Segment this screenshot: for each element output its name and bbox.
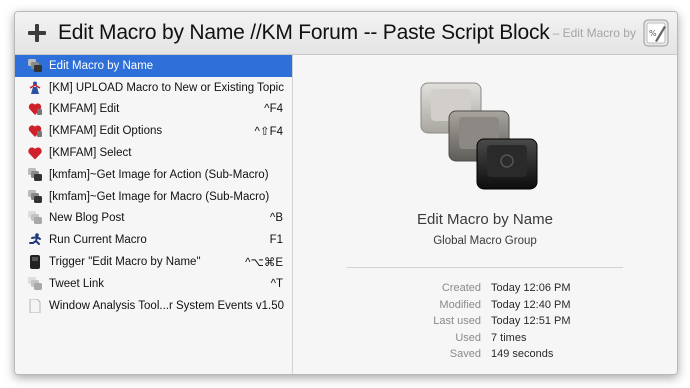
document-icon [27,298,43,314]
macro-list: Edit Macro by Name [KM] UPLOAD Macro to … [15,55,292,374]
macro-item-kmfam-select[interactable]: [KMFAM] Select [15,142,292,164]
heart-edit-icon [27,123,43,139]
macro-item-window-analysis-tool[interactable]: Window Analysis Tool...r System Events v… [15,295,292,317]
meta-key: Used [455,331,481,344]
km-keys-icon [27,167,43,183]
macro-item-kmfam-edit[interactable]: [KMFAM] Edit ^F4 [15,99,292,121]
macro-item-shortcut: ^⌥⌘E [245,257,283,270]
macro-item-new-blog-post[interactable]: New Blog Post ^B [15,208,292,230]
meta-created: Created Today 12:06 PM [293,282,677,299]
running-man-icon [27,232,43,248]
meta-key: Modified [439,298,481,311]
meta-value: Today 12:40 PM [491,298,571,311]
macro-item-edit-macro-by-name[interactable]: Edit Macro by Name [15,55,292,77]
macro-item-label: Edit Macro by Name [49,59,154,72]
macro-item-kmfam-edit-options[interactable]: [KMFAM] Edit Options ^⇧F4 [15,120,292,142]
macro-item-get-image-macro[interactable]: [kmfam]~Get Image for Macro (Sub-Macro) [15,186,292,208]
meta-value: Today 12:06 PM [491,282,571,294]
macro-item-label: [KMFAM] Edit [49,103,120,116]
macro-item-label: Run Current Macro [49,234,147,247]
detail-divider [347,267,623,268]
script-editor-icon[interactable]: % [643,19,669,47]
km-keys-large-icon [420,82,538,190]
macro-palette-window: Edit Macro by Name //KM Forum -- Paste S… [14,11,678,375]
km-keys-light-icon [27,210,43,226]
trigger-device-icon [27,254,43,270]
macro-group: Global Macro Group [433,235,537,247]
macro-item-label: [kmfam]~Get Image for Macro (Sub-Macro) [49,190,270,203]
macro-item-label: Window Analysis Tool...r System Events v… [49,299,284,312]
meta-used: Used 7 times [293,332,677,349]
heart-edit-icon [27,101,43,117]
km-keys-icon [27,189,43,205]
macro-metadata: Created Today 12:06 PM Modified Today 12… [293,282,677,365]
macro-detail-pane: Edit Macro by Name Global Macro Group Cr… [293,55,677,374]
macro-item-label: [kmfam]~Get Image for Action (Sub-Macro) [49,168,269,181]
macro-item-run-current-macro[interactable]: Run Current Macro F1 [15,229,292,251]
macro-item-label: [KM] UPLOAD Macro to New or Existing Top… [49,81,284,94]
window-title: Edit Macro by Name //KM Forum -- Paste S… [58,21,550,44]
meta-modified: Modified Today 12:40 PM [293,299,677,316]
macro-item-shortcut: ^B [269,212,283,225]
macro-item-shortcut: ^T [270,277,283,290]
macro-item-label: [KMFAM] Select [49,147,132,160]
meta-value: 149 seconds [491,348,554,360]
km-keys-light-icon [27,276,43,292]
window-subtitle: – Edit Macro by [552,26,636,40]
meta-key: Created [441,282,481,294]
macro-item-shortcut: ^F4 [264,103,283,116]
macro-item-get-image-action[interactable]: [kmfam]~Get Image for Action (Sub-Macro) [15,164,292,186]
macro-item-shortcut: ^⇧F4 [254,126,283,139]
heart-icon [27,145,43,161]
title-bar: Edit Macro by Name //KM Forum -- Paste S… [15,12,677,55]
meta-key: Last used [433,315,481,327]
meta-value: Today 12:51 PM [491,315,571,327]
svg-text:%: % [649,29,657,38]
meta-saved: Saved 149 seconds [293,348,677,365]
macro-item-label: Tweet Link [49,277,104,290]
meta-last-used: Last used Today 12:51 PM [293,315,677,332]
meta-key: Saved [449,348,481,360]
macro-item-tweet-link[interactable]: Tweet Link ^T [15,273,292,295]
macro-name: Edit Macro by Name [417,211,553,228]
macro-item-trigger-edit-macro[interactable]: Trigger "Edit Macro by Name" ^⌥⌘E [15,251,292,273]
plus-icon[interactable] [27,23,47,43]
macro-item-shortcut: F1 [269,234,283,247]
macro-item-km-upload[interactable]: [KM] UPLOAD Macro to New or Existing Top… [15,77,292,99]
macro-item-label: New Blog Post [49,212,125,225]
upload-figure-icon [27,80,43,96]
meta-value: 7 times [491,331,527,344]
km-keys-icon [27,58,43,74]
